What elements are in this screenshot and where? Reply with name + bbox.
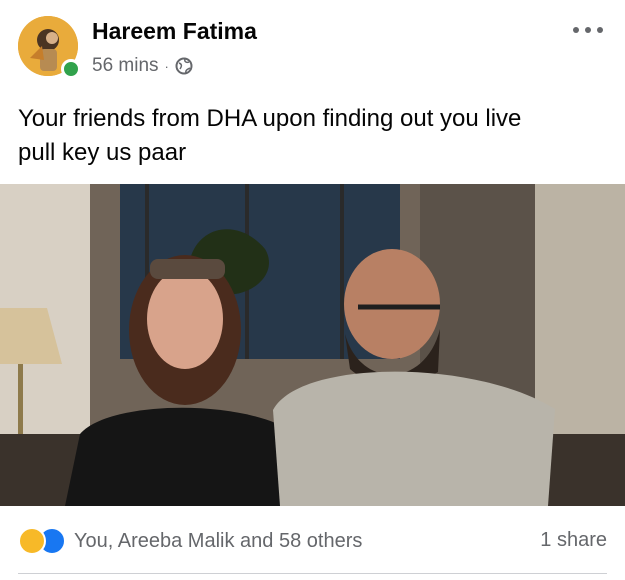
more-options-icon[interactable]	[573, 20, 603, 40]
reactions-summary[interactable]: You, Areeba Malik and 58 others	[18, 527, 362, 555]
online-status-indicator	[61, 59, 81, 79]
post-text-line-2: pull key us paar	[18, 139, 187, 166]
post-text-line-1: Your friends from DHA upon finding out y…	[18, 105, 522, 132]
haha-reaction-icon	[18, 527, 46, 555]
footer-divider	[18, 573, 607, 574]
post-text: Your friends from DHA upon finding out y…	[18, 102, 608, 170]
post-time[interactable]: 56 mins	[92, 55, 159, 77]
meta-separator: ·	[164, 58, 169, 74]
author-name[interactable]: Hareem Fatima	[92, 18, 257, 45]
post-footer: You, Areeba Malik and 58 others 1 share	[0, 515, 625, 567]
globe-icon[interactable]	[175, 57, 193, 75]
share-count[interactable]: 1 share	[540, 529, 607, 552]
post-meta: 56 mins ·	[92, 55, 193, 77]
reaction-count-text[interactable]: You, Areeba Malik and 58 others	[74, 530, 362, 553]
post-header: Hareem Fatima 56 mins ·	[0, 0, 625, 95]
post-image[interactable]	[0, 184, 625, 506]
